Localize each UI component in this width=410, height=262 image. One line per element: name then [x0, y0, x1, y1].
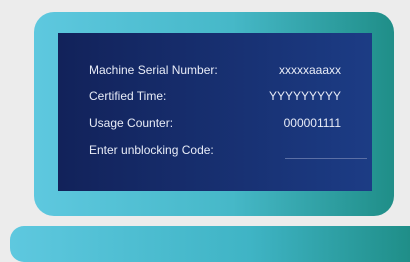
usage-counter-value: 000001111 — [283, 116, 341, 130]
serial-number-value: xxxxxaaaxx — [278, 63, 341, 77]
serial-number-label: Machine Serial Number: — [89, 63, 218, 77]
bottom-bar — [10, 226, 410, 262]
certified-time-label: Certified Time: — [89, 89, 167, 103]
certified-time-row: Certified Time: YYYYYYYYY — [89, 87, 341, 105]
unblocking-code-row: Enter unblocking Code: — [89, 141, 367, 159]
info-screen: Machine Serial Number: xxxxxaaaxx Certif… — [58, 33, 372, 191]
certified-time-value: YYYYYYYYY — [268, 89, 341, 103]
unblocking-code-input[interactable] — [285, 141, 367, 159]
usage-counter-row: Usage Counter: 000001111 — [89, 114, 341, 132]
usage-counter-label: Usage Counter: — [89, 116, 174, 130]
serial-number-row: Machine Serial Number: xxxxxaaaxx — [89, 61, 341, 79]
unblocking-code-label: Enter unblocking Code: — [89, 143, 214, 157]
